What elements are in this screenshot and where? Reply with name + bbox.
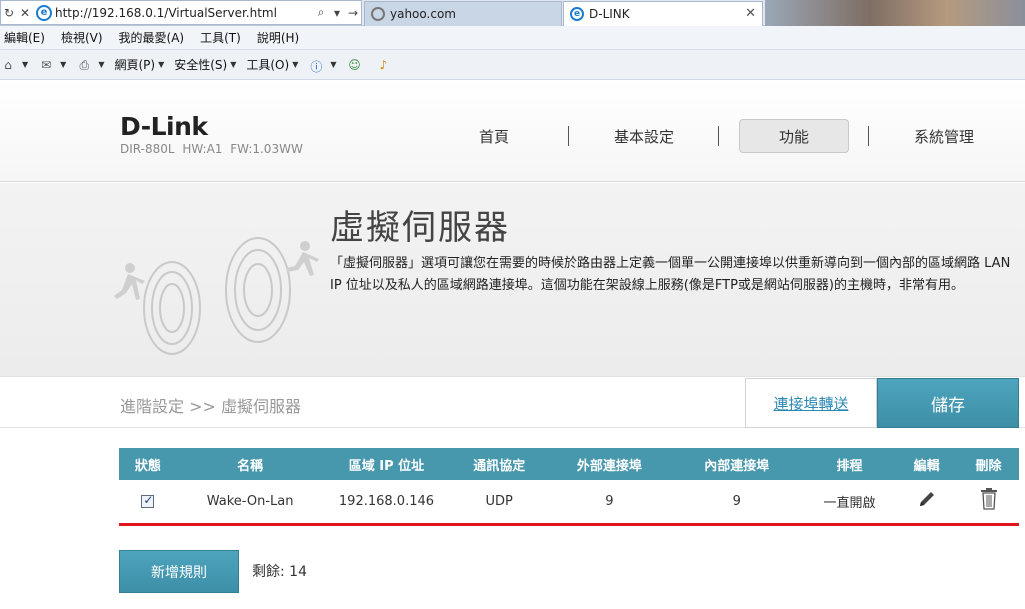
nav-home[interactable]: 首頁 xyxy=(440,118,548,154)
page-title: 虛擬伺服器 xyxy=(330,208,510,248)
address-bar[interactable]: ↻ ✕ e http://192.168.0.1/VirtualServer.h… xyxy=(0,0,362,25)
ie-icon: e xyxy=(570,7,584,21)
tab-yahoo[interactable]: yahoo.com xyxy=(364,1,562,26)
home-button[interactable]: ⌂ ▼ xyxy=(0,58,28,72)
col-delete: 刪除 xyxy=(958,448,1019,480)
printer-icon: ⎙ xyxy=(79,57,90,72)
table-header-row: 狀態 名稱 區域 IP 位址 通訊協定 外部連接埠 內部連接埠 排程 編輯 刪除 xyxy=(119,448,1019,480)
ie-icon: e xyxy=(36,4,52,21)
trash-icon[interactable] xyxy=(980,488,998,510)
schedule-cell: 一直開啟 xyxy=(803,480,896,526)
port-forwarding-link[interactable]: 連接埠轉送 xyxy=(745,378,877,428)
page-menu[interactable]: 網頁(P) ▼ xyxy=(114,56,164,73)
table-row: Wake-On-Lan 192.168.0.146 UDP 9 9 一直開啟 xyxy=(119,480,1019,526)
remaining-count: 剩餘: 14 xyxy=(252,564,307,580)
close-icon[interactable]: ✕ xyxy=(745,6,756,21)
note-icon: ♪ xyxy=(379,57,388,72)
running-figure-illustration xyxy=(114,237,319,355)
nav-features[interactable]: 功能 xyxy=(739,119,849,153)
name-cell: Wake-On-Lan xyxy=(176,480,324,526)
tab-label: yahoo.com xyxy=(390,7,456,21)
menu-tools[interactable]: 工具(T) xyxy=(200,29,241,46)
safety-menu[interactable]: 安全性(S) ▼ xyxy=(174,56,236,73)
tab-label: D-LINK xyxy=(589,7,630,21)
help-button[interactable]: ⓘ ▼ xyxy=(308,58,336,74)
external-port-cell: 9 xyxy=(549,480,670,526)
model-info: DIR-880L HW:A1 FW:1.03WW xyxy=(120,142,303,156)
router-header: D-Link DIR-880L HW:A1 FW:1.03WW 首頁 基本設定 … xyxy=(0,80,1025,182)
virtual-server-table: 狀態 名稱 區域 IP 位址 通訊協定 外部連接埠 內部連接埠 排程 編輯 刪除… xyxy=(119,448,1019,526)
nav-basic-settings[interactable]: 基本設定 xyxy=(590,118,698,154)
home-icon: ⌂ xyxy=(4,57,12,72)
col-internal-port: 內部連接埠 xyxy=(669,448,804,480)
col-local-ip: 區域 IP 位址 xyxy=(323,448,450,480)
menu-view[interactable]: 檢視(V) xyxy=(61,29,103,46)
col-status: 狀態 xyxy=(119,448,177,480)
menu-favorites[interactable]: 我的最愛(A) xyxy=(119,29,185,46)
menu-bar: 編輯(E) 檢視(V) 我的最愛(A) 工具(T) 說明(H) xyxy=(0,26,1025,50)
col-schedule: 排程 xyxy=(803,448,896,480)
pencil-icon[interactable] xyxy=(917,489,937,509)
breadcrumb: 進階設定 >> 虛擬伺服器 xyxy=(120,397,301,416)
nav-divider xyxy=(718,126,719,146)
browser-tabbar: ↻ ✕ e http://192.168.0.1/VirtualServer.h… xyxy=(0,0,1025,26)
delete-cell xyxy=(958,480,1019,526)
nav-divider xyxy=(868,126,869,146)
page-banner: 虛擬伺服器 「虛擬伺服器」選項可讓您在需要的時候於路由器上定義一個單一公開連接埠… xyxy=(0,183,1025,377)
page-description: 「虛擬伺服器」選項可讓您在需要的時候於路由器上定義一個單一公開連接埠以供重新導向… xyxy=(330,256,1011,293)
internal-port-cell: 9 xyxy=(669,480,804,526)
command-bar: ⌂ ▼ ✉ ▼ ⎙ ▼ 網頁(P) ▼ 安全性(S) ▼ 工具(O) ▼ ⓘ ▼ ☺ ♪ xyxy=(0,50,1025,80)
ip-cell: 192.168.0.146 xyxy=(323,480,450,526)
people-icon: ☺ xyxy=(348,57,361,72)
search-icon[interactable]: ⌕ xyxy=(313,5,329,20)
col-name: 名稱 xyxy=(176,448,324,480)
dropdown-icon[interactable]: ▾ xyxy=(329,6,345,20)
menu-help[interactable]: 說明(H) xyxy=(257,29,299,46)
protocol-cell: UDP xyxy=(449,480,550,526)
messenger-button[interactable]: ☺ xyxy=(347,58,366,72)
menu-edit[interactable]: 編輯(E) xyxy=(4,29,45,46)
mail-icon: ✉ xyxy=(41,57,52,72)
tools-menu[interactable]: 工具(O) ▼ xyxy=(246,56,298,73)
loading-icon xyxy=(371,7,385,21)
save-button[interactable]: 儲存 xyxy=(877,378,1019,428)
status-cell xyxy=(119,480,177,526)
col-protocol: 通訊協定 xyxy=(449,448,550,480)
feeds-button[interactable]: ✉ ▼ xyxy=(38,58,66,72)
breadcrumb-row: 進階設定 >> 虛擬伺服器 連接埠轉送 儲存 xyxy=(0,378,1025,428)
edit-cell xyxy=(895,480,959,526)
status-checkbox[interactable] xyxy=(141,493,155,508)
tab-dlink[interactable]: e D-LINK ✕ xyxy=(563,1,763,26)
address-url[interactable]: http://192.168.0.1/VirtualServer.html xyxy=(55,6,313,20)
stop-icon[interactable]: ✕ xyxy=(17,6,33,20)
col-edit: 編輯 xyxy=(895,448,959,480)
research-button[interactable]: ♪ xyxy=(376,58,395,72)
nav-divider xyxy=(568,126,569,146)
go-icon[interactable]: → xyxy=(345,6,361,20)
col-external-port: 外部連接埠 xyxy=(549,448,670,480)
print-button[interactable]: ⎙ ▼ xyxy=(76,57,105,72)
help-icon: ⓘ xyxy=(310,59,323,74)
add-rule-button[interactable]: 新增規則 xyxy=(119,550,239,593)
nav-management[interactable]: 系統管理 xyxy=(890,118,998,154)
desktop-background xyxy=(765,0,1025,26)
refresh-icon[interactable]: ↻ xyxy=(1,6,17,20)
dlink-logo: D-Link xyxy=(120,112,208,141)
